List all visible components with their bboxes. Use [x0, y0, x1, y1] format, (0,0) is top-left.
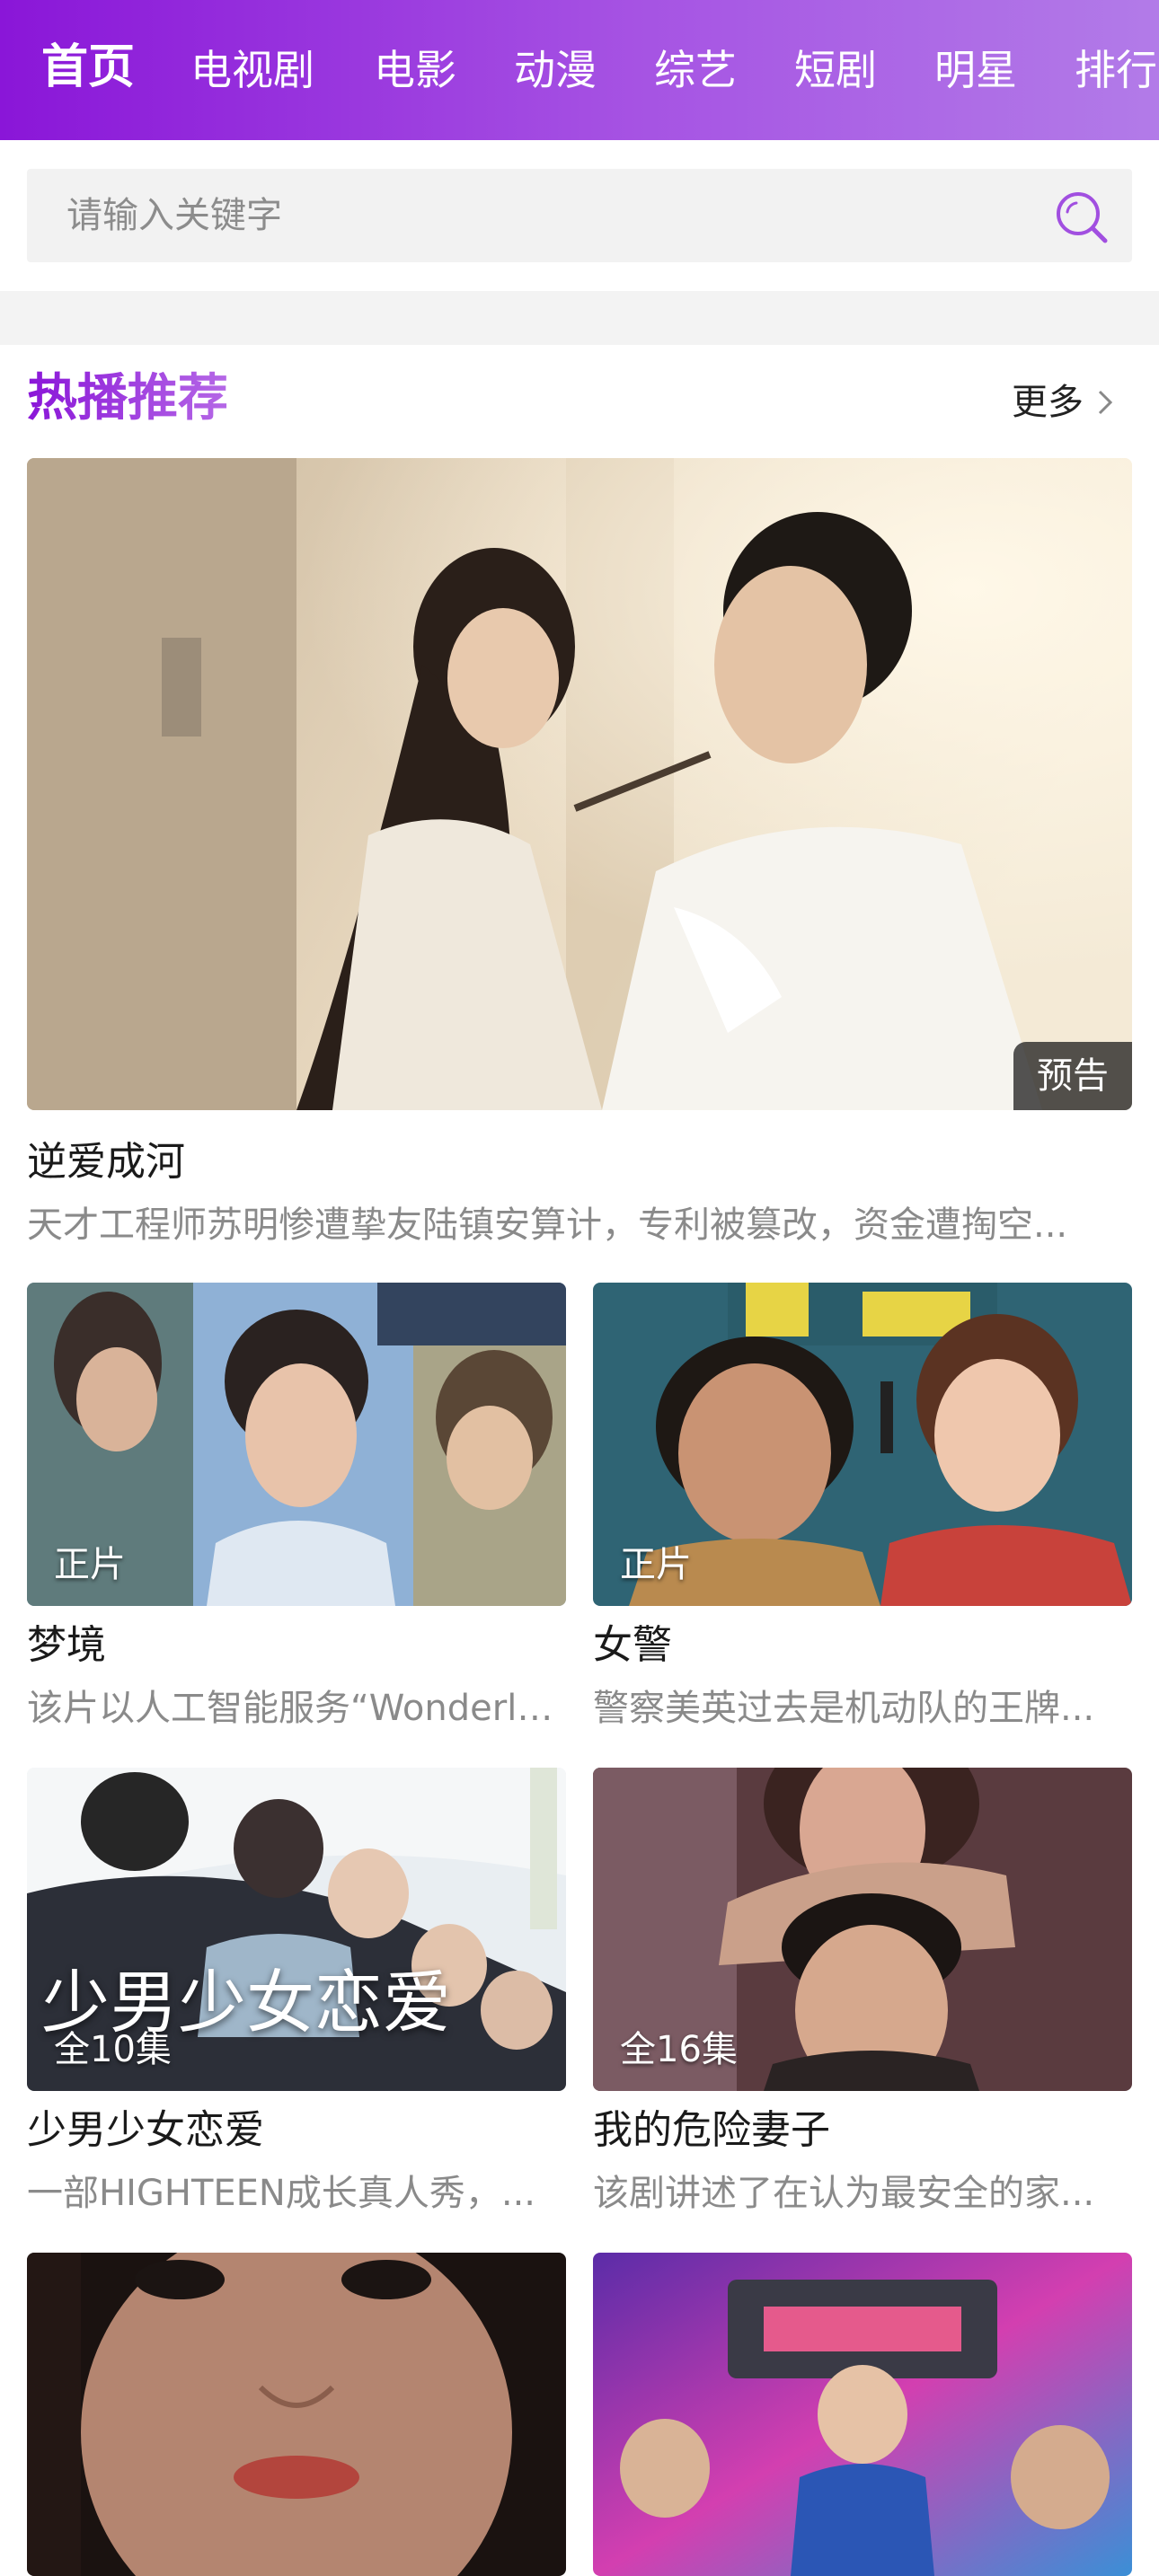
tab-movies[interactable]: 电影 — [374, 41, 456, 99]
tab-ranking[interactable]: 排行 — [1075, 41, 1157, 99]
video-poster[interactable]: 正片 — [593, 1283, 1132, 1606]
tab-short-drama[interactable]: 短剧 — [794, 41, 877, 99]
video-card[interactable]: 全16集 我的危险妻子 该剧讲述了在认为最安全的家... — [593, 1768, 1132, 2235]
search-bar — [0, 140, 1159, 291]
video-card[interactable] — [593, 2253, 1132, 2576]
featured-badge: 预告 — [1013, 1042, 1132, 1110]
video-poster[interactable]: 全16集 — [593, 1768, 1132, 2091]
featured-poster[interactable]: 预告 — [27, 458, 1132, 1110]
video-title[interactable]: 少男少女恋爱 — [27, 2104, 566, 2157]
video-desc: 该剧讲述了在认为最安全的家... — [593, 2173, 1095, 2214]
video-card[interactable]: 少男少女恋爱 全10集 少男少女恋爱 一部HIGHTEEN成长真人秀，... — [27, 1768, 566, 2235]
section-title: 热播推荐 — [27, 366, 228, 431]
video-card[interactable]: 正片 梦境 该片以人工智能服务“Wonderland”... — [27, 1283, 566, 1750]
video-desc: 一部HIGHTEEN成长真人秀，... — [27, 2173, 535, 2214]
video-badge: 正片 — [54, 1544, 126, 1585]
tab-variety[interactable]: 综艺 — [654, 41, 737, 99]
section-header: 热播推荐 更多 — [27, 359, 1132, 440]
video-badge: 全16集 — [620, 2029, 738, 2070]
video-title[interactable]: 我的危险妻子 — [593, 2104, 1132, 2157]
tab-tv-series[interactable]: 电视剧 — [190, 41, 314, 99]
tab-stars[interactable]: 明星 — [934, 41, 1017, 99]
video-poster[interactable]: 少男少女恋爱 全10集 — [27, 1768, 566, 2091]
video-desc: 警察美英过去是机动队的王牌... — [593, 1688, 1095, 1729]
more-link[interactable]: 更多 — [1012, 379, 1114, 426]
more-label: 更多 — [1012, 382, 1084, 423]
poster-image — [27, 458, 1132, 1110]
video-poster[interactable] — [27, 2253, 566, 2576]
video-title[interactable]: 女警 — [593, 1619, 1132, 1672]
tab-anime[interactable]: 动漫 — [514, 41, 597, 99]
poster-image — [593, 2253, 1132, 2576]
video-card[interactable] — [27, 2253, 566, 2576]
tab-home[interactable]: 首页 — [41, 39, 135, 96]
top-nav: 首页 电视剧 电影 动漫 综艺 短剧 明星 排行 — [0, 0, 1159, 140]
chevron-right-icon — [1098, 390, 1113, 415]
featured-desc: 天才工程师苏明惨遭挚友陆镇安算计，专利被篡改，资金遭掏空... — [27, 1204, 1068, 1246]
search-icon[interactable] — [1053, 189, 1110, 246]
video-card[interactable]: 正片 女警 警察美英过去是机动队的王牌... — [593, 1283, 1132, 1750]
video-poster[interactable] — [593, 2253, 1132, 2576]
search-box — [27, 169, 1132, 262]
featured-card[interactable]: 预告 逆爱成河 天才工程师苏明惨遭挚友陆镇安算计，专利被篡改，资金遭掏空... — [27, 458, 1132, 1257]
featured-title[interactable]: 逆爱成河 — [27, 1135, 1132, 1189]
section-divider — [0, 291, 1159, 345]
video-desc: 该片以人工智能服务“Wonderland”... — [27, 1688, 566, 1729]
video-badge: 正片 — [620, 1544, 692, 1585]
video-badge: 全10集 — [54, 2029, 172, 2070]
video-title[interactable]: 梦境 — [27, 1619, 566, 1672]
video-poster[interactable]: 正片 — [27, 1283, 566, 1606]
poster-image — [27, 2253, 566, 2576]
search-input[interactable] — [66, 169, 965, 262]
